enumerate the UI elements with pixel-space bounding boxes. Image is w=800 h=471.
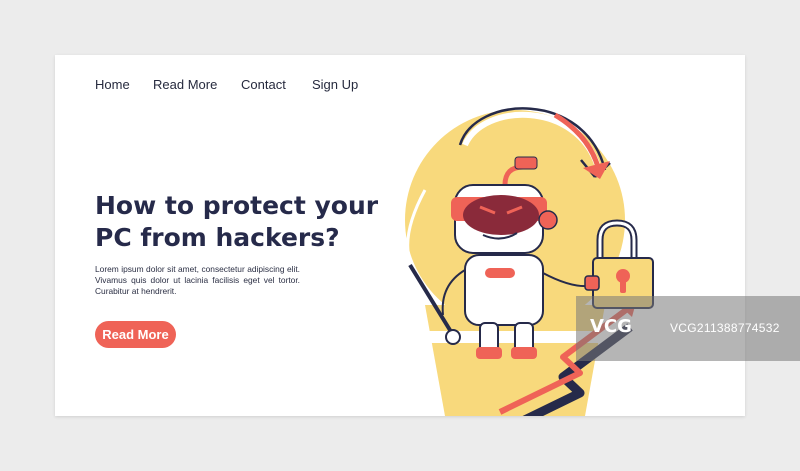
landing-page: Home Read More Contact Sign Up How to pr…	[55, 55, 745, 416]
stock-watermark: VCG VCG21138877453​2	[576, 296, 800, 361]
read-more-button[interactable]: Read More	[95, 321, 176, 348]
watermark-id: VCG21138877453​2	[670, 321, 780, 335]
nav-read-more-link[interactable]: Read More	[153, 77, 217, 92]
watermark-logo: VCG	[590, 316, 632, 337]
nav-contact-link[interactable]: Contact	[241, 77, 286, 92]
page-headline: How to protect your PC from hackers?	[95, 191, 379, 252]
hero-description: Lorem ipsum dolor sit amet, consectetur …	[95, 264, 300, 296]
nav-sign-up-link[interactable]: Sign Up	[312, 77, 358, 92]
nav-home-link[interactable]: Home	[95, 77, 130, 92]
hero-illustration	[405, 107, 654, 416]
